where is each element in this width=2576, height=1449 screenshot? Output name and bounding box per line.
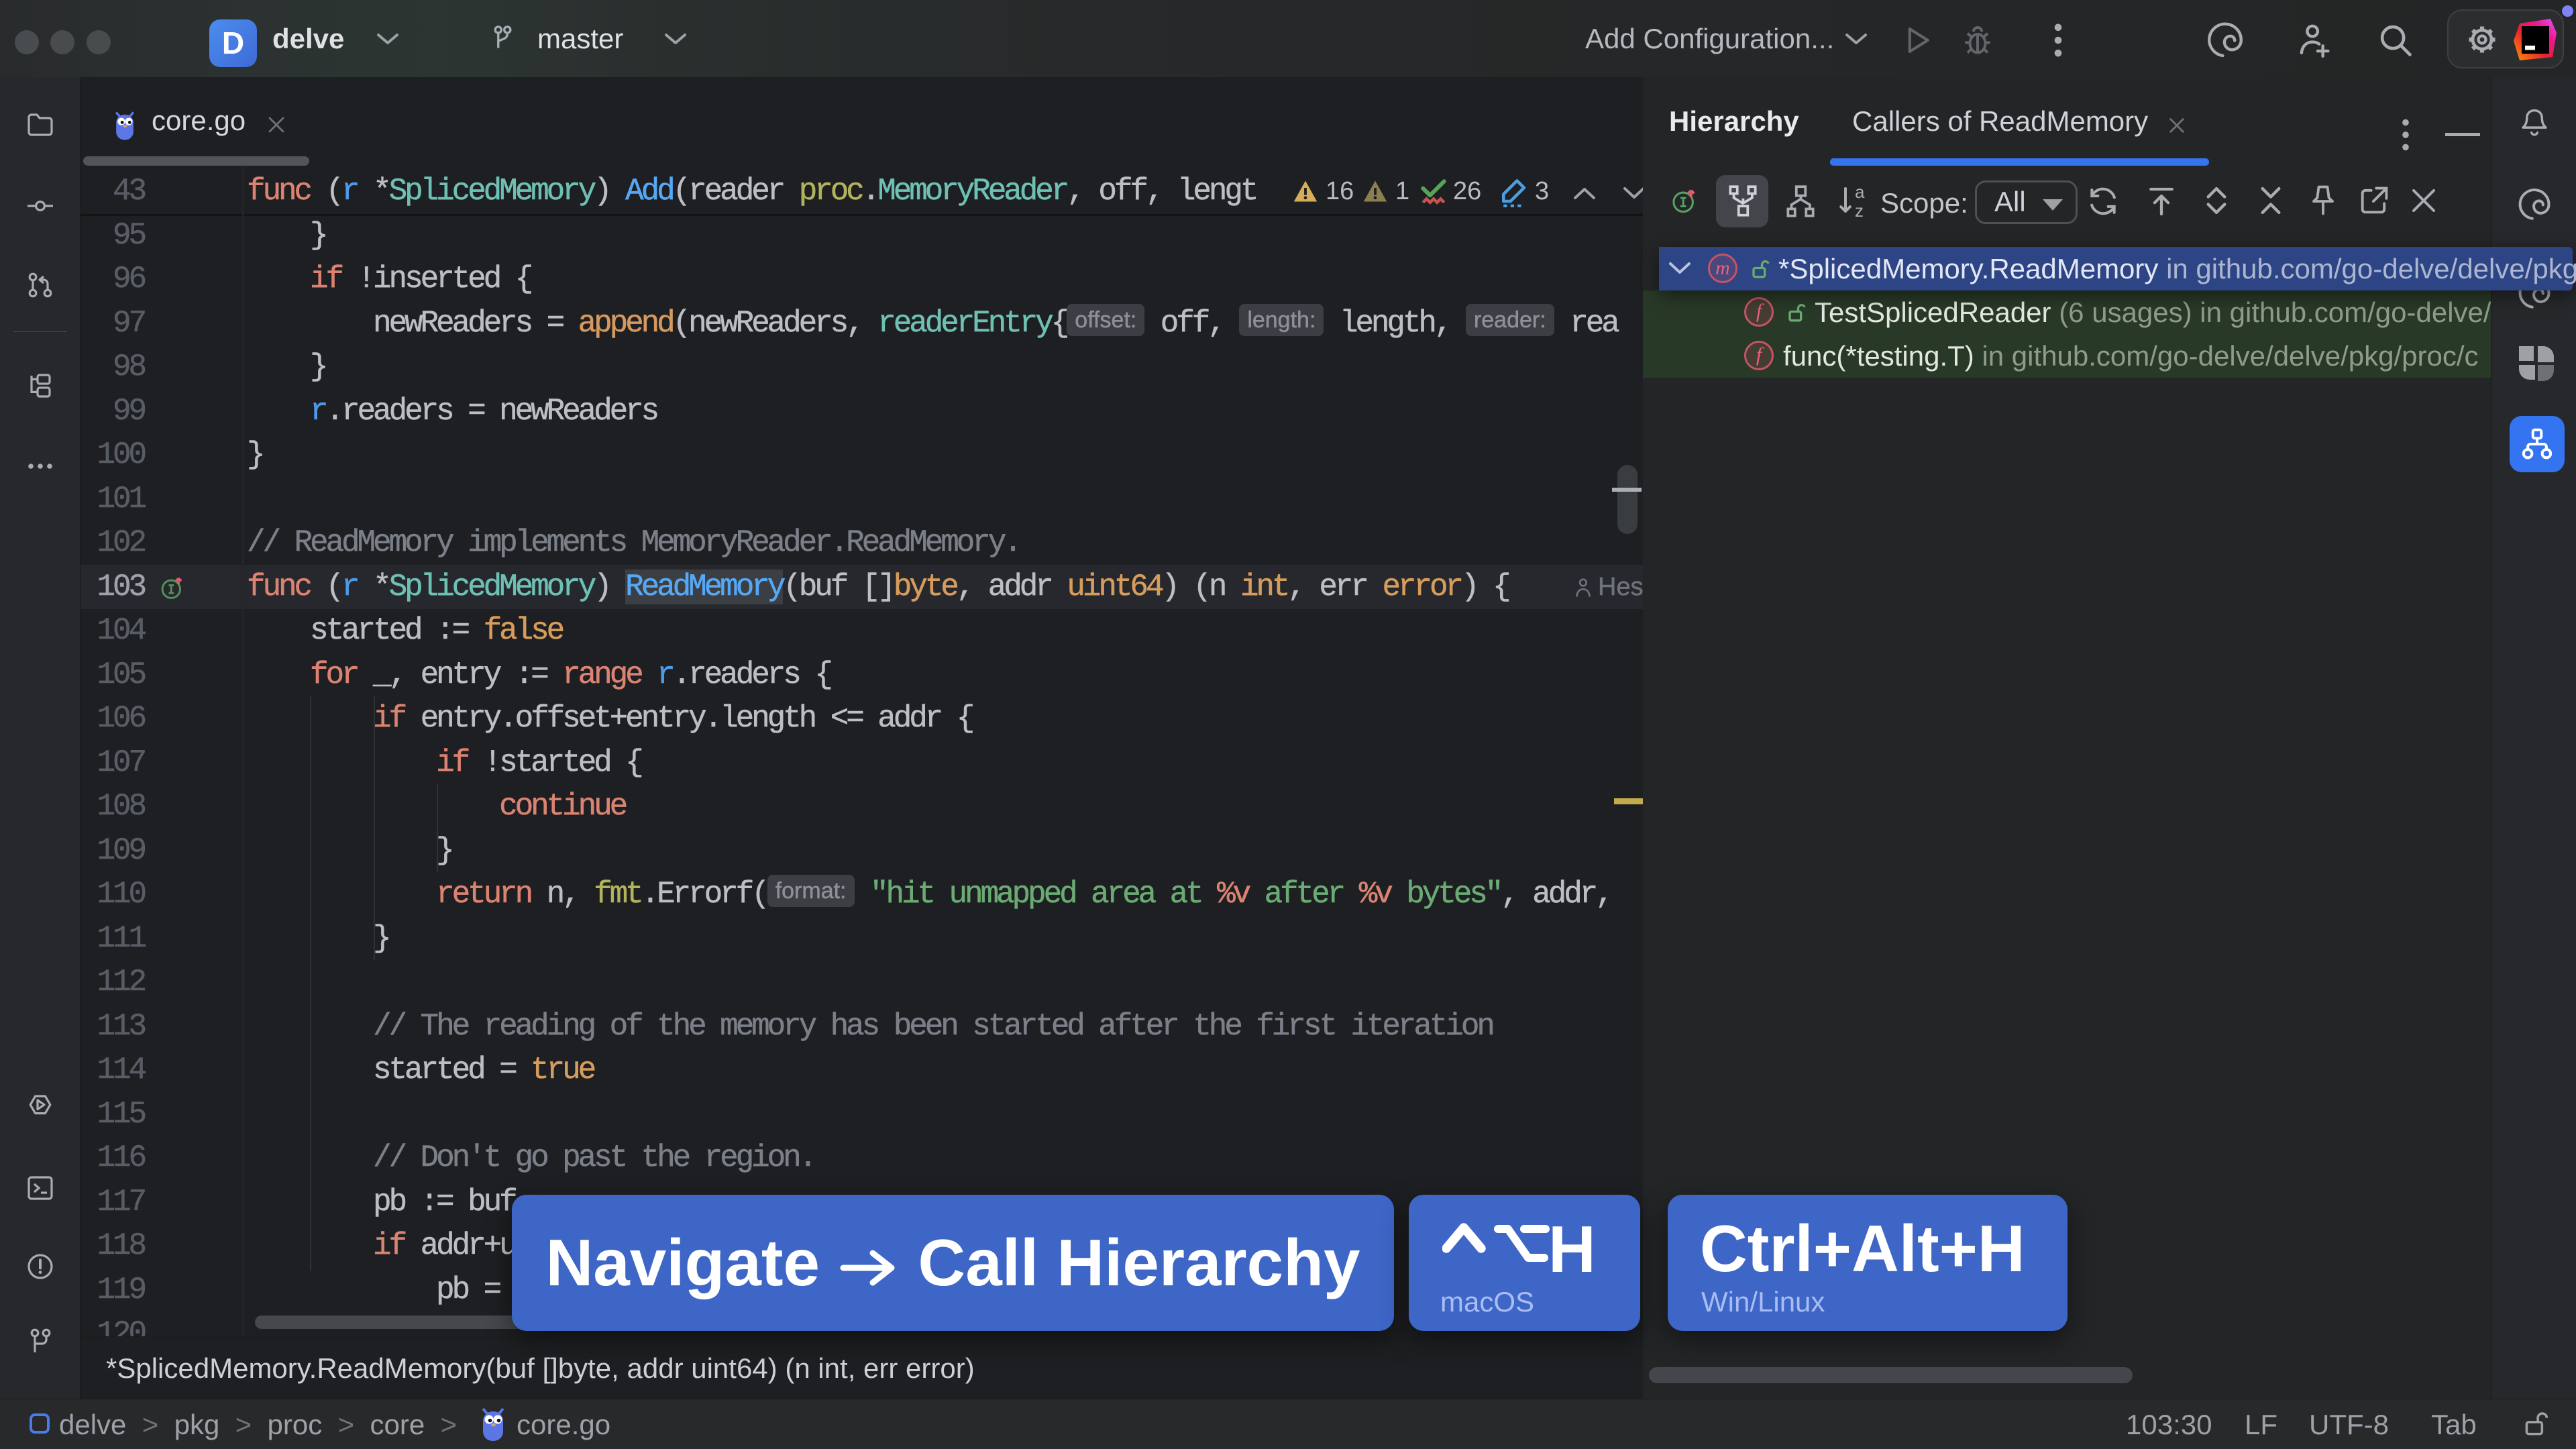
svg-text:z: z — [1855, 201, 1864, 219]
svg-text:a: a — [1855, 183, 1865, 202]
